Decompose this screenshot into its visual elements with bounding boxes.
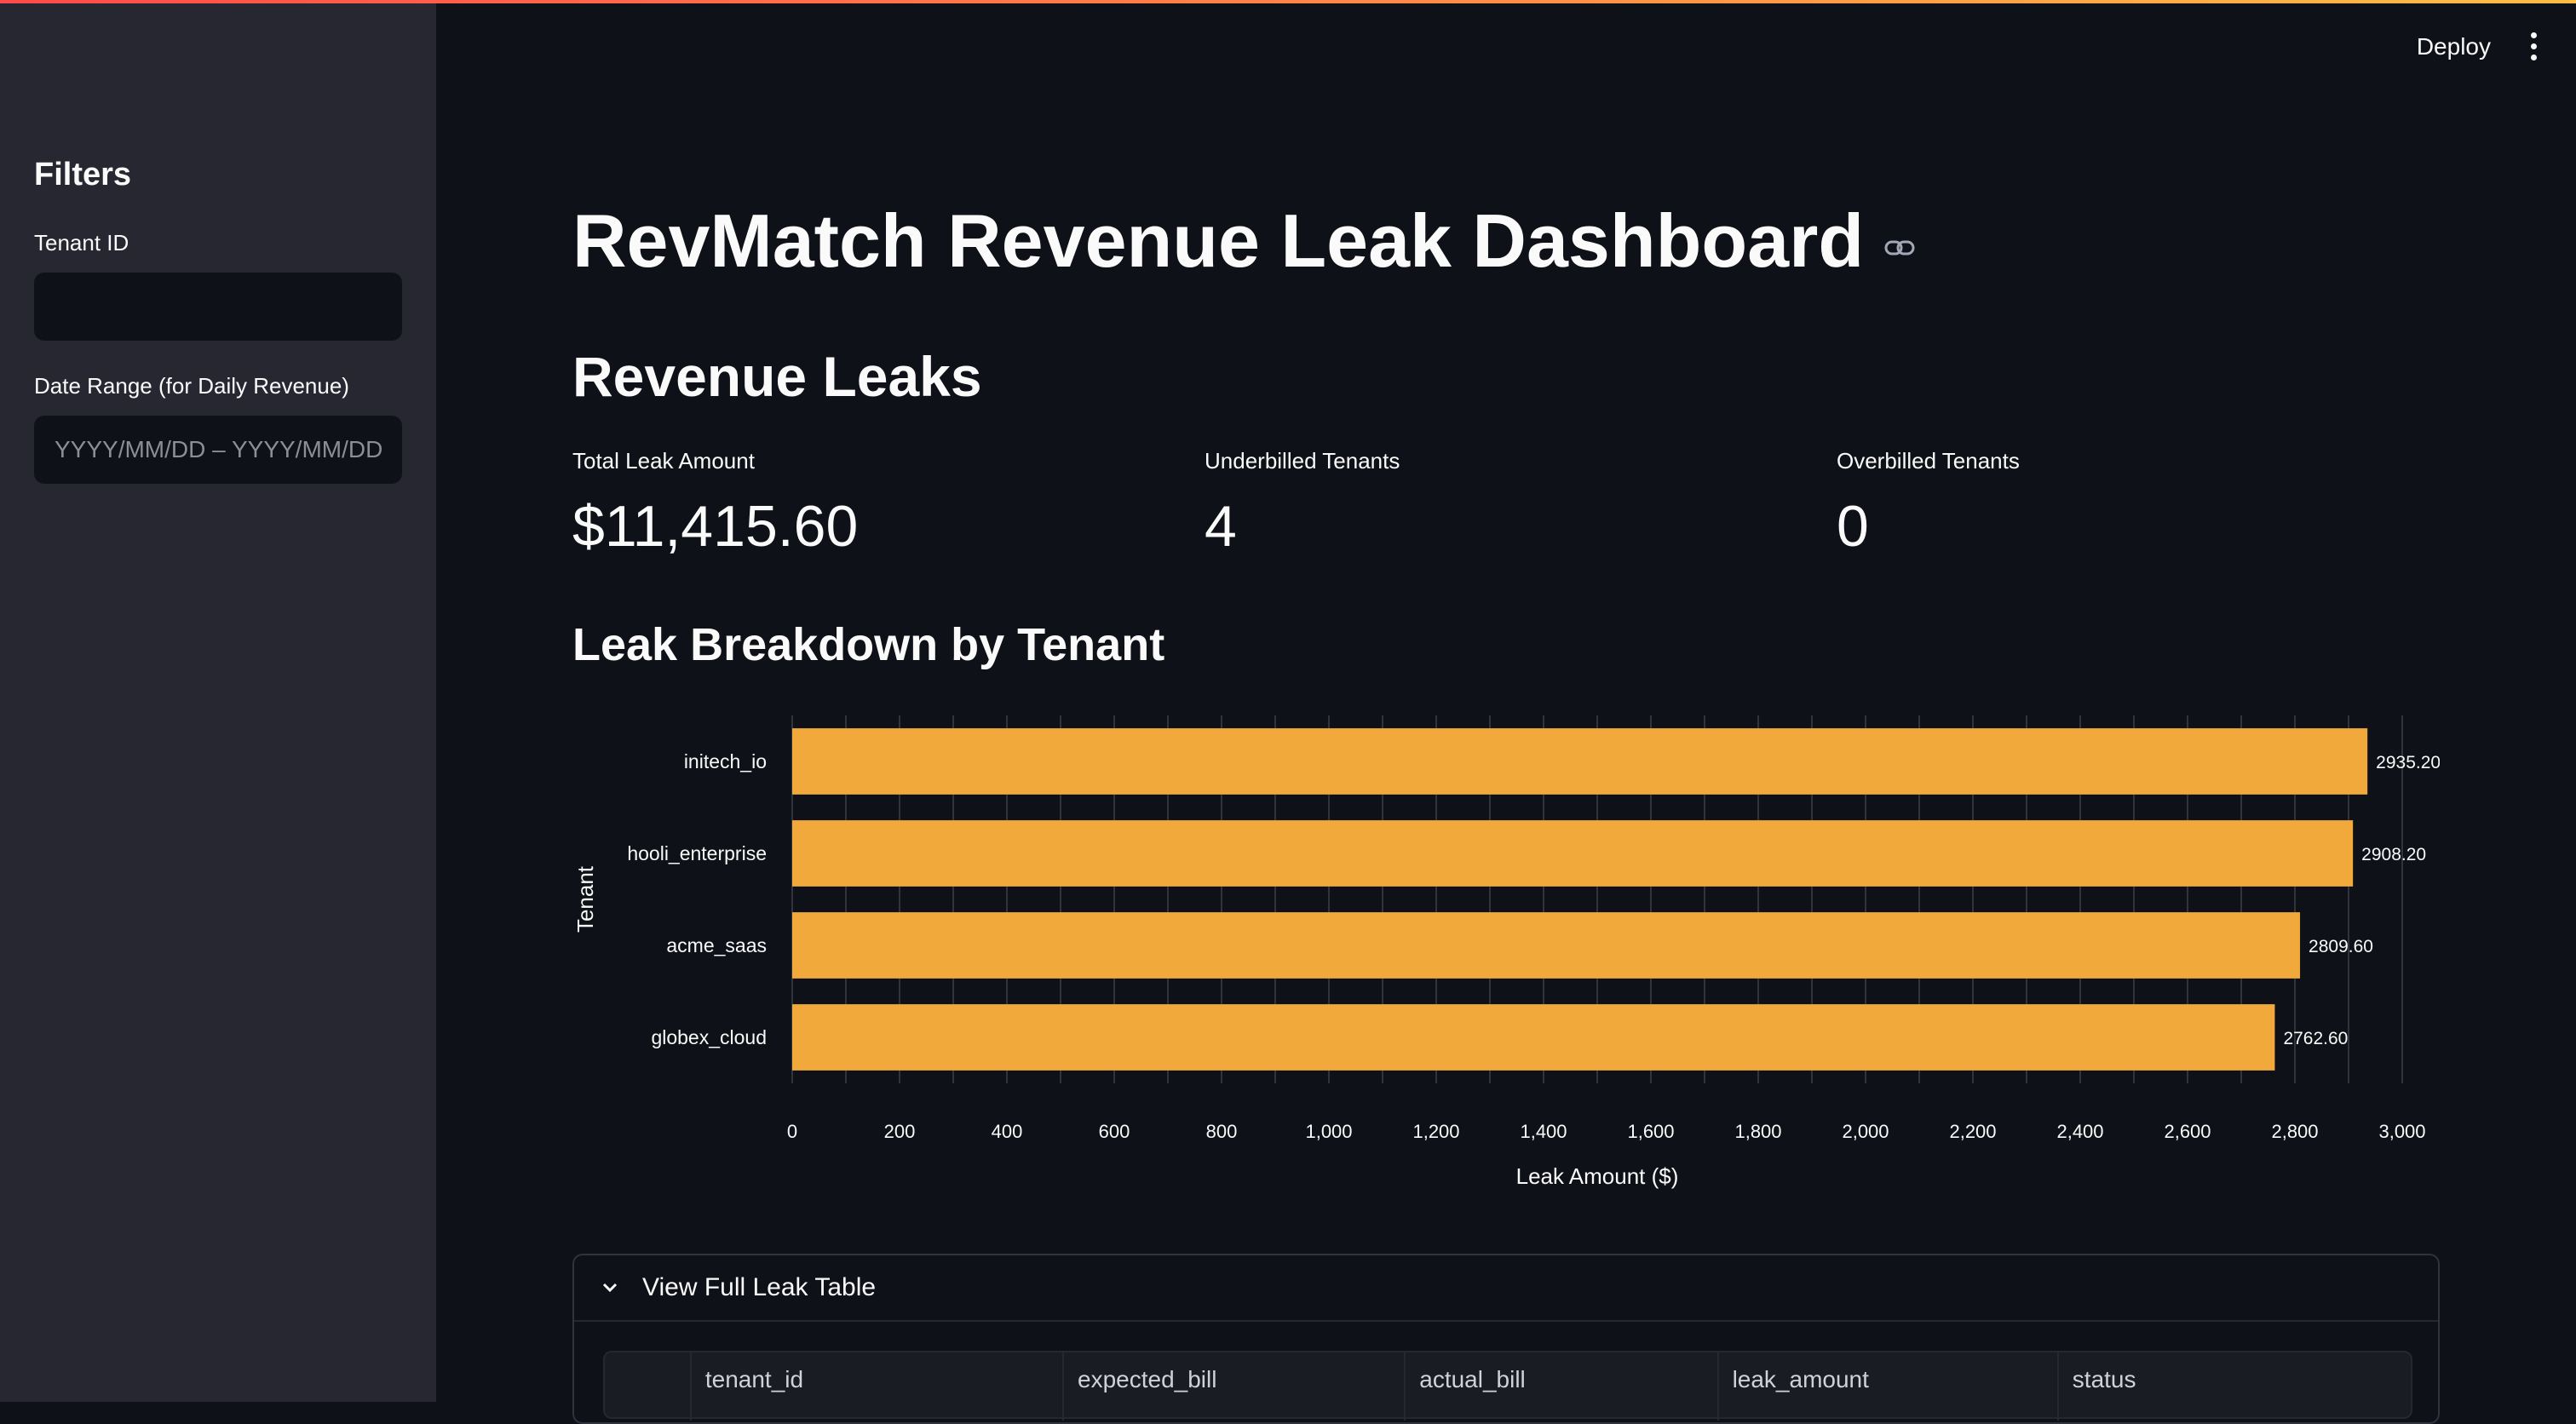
date-range-label: Date Range (for Daily Revenue) <box>34 373 349 399</box>
y-axis-title: Tenant <box>572 865 598 933</box>
table-header[interactable]: tenant_id <box>692 1352 1065 1421</box>
x-tick-label: 2,800 <box>2271 1121 2318 1142</box>
metric-label: Underbilled Tenants <box>1205 448 1400 474</box>
bar <box>792 820 2354 887</box>
metric-label: Total Leak Amount <box>572 448 755 474</box>
page-title: RevMatch Revenue Leak Dashboard <box>572 198 1915 284</box>
data-label: 2762.60 <box>2283 1029 2348 1048</box>
metric-total-leak: Total Leak Amount $11,415.60 <box>572 448 858 560</box>
table-header[interactable]: leak_amount <box>1719 1352 2059 1421</box>
sidebar: Filters Tenant ID Date Range (for Daily … <box>0 0 436 1402</box>
x-tick-label: 0 <box>787 1121 797 1142</box>
y-tick-label: acme_saas <box>666 934 767 956</box>
metric-label: Overbilled Tenants <box>1837 448 2020 474</box>
bar <box>792 912 2301 979</box>
y-tick-label: hooli_enterprise <box>627 842 767 864</box>
data-label: 2935.20 <box>2376 753 2440 772</box>
x-tick-label: 2,200 <box>1949 1121 1996 1142</box>
metric-value: 4 <box>1205 494 1237 559</box>
link-icon[interactable] <box>1884 239 1915 256</box>
bar <box>792 1004 2275 1071</box>
x-tick-label: 1,800 <box>1734 1121 1781 1142</box>
leak-table-expander: View Full Leak Table tenant_id expected_… <box>572 1254 2440 1424</box>
chart-title: Leak Breakdown by Tenant <box>572 619 1165 670</box>
expander-label: View Full Leak Table <box>642 1273 877 1301</box>
x-tick-label: 600 <box>1099 1121 1130 1142</box>
x-tick-label: 1,400 <box>1520 1121 1567 1142</box>
x-tick-label: 2,600 <box>2164 1121 2211 1142</box>
x-tick-label: 2,400 <box>2056 1121 2103 1142</box>
x-tick-label: 800 <box>1206 1121 1238 1142</box>
x-tick-label: 400 <box>992 1121 1023 1142</box>
tenant-id-label: Tenant ID <box>34 230 129 256</box>
table-index-header <box>605 1352 692 1421</box>
x-tick-label: 1,600 <box>1627 1121 1674 1142</box>
top-accent-bar <box>0 0 2576 3</box>
deploy-button[interactable]: Deploy <box>2417 33 2491 60</box>
metric-value: 0 <box>1837 494 1869 559</box>
leak-bar-chart: 0 200 400 600 800 1,000 1,200 1,400 1,600 1,800 2,… <box>572 715 2440 1189</box>
bar <box>792 728 2368 795</box>
x-tick-label: 1,200 <box>1412 1121 1459 1142</box>
sidebar-title: Filters <box>34 157 132 192</box>
header-toolbar: Deploy <box>2417 32 2542 60</box>
metric-value: $11,415.60 <box>572 494 859 559</box>
tenant-id-input[interactable] <box>34 273 402 341</box>
vertical-ellipsis-icon[interactable] <box>2525 32 2542 60</box>
data-label: 2809.60 <box>2309 937 2373 956</box>
metric-underbilled: Underbilled Tenants 4 <box>1205 448 1400 560</box>
expander-header[interactable]: View Full Leak Table <box>574 1255 2438 1322</box>
y-tick-label: initech_io <box>684 750 767 772</box>
x-tick-label: 3,000 <box>2378 1121 2425 1142</box>
metric-overbilled: Overbilled Tenants 0 <box>1837 448 2020 560</box>
y-tick-label: globex_cloud <box>651 1026 767 1048</box>
chevron-down-icon <box>602 1283 618 1293</box>
date-range-input[interactable] <box>34 416 402 484</box>
x-tick-label: 200 <box>884 1121 916 1142</box>
table-header[interactable]: expected_bill <box>1064 1352 1406 1421</box>
table-header[interactable]: actual_bill <box>1406 1352 1719 1421</box>
x-tick-label: 2,000 <box>1842 1121 1889 1142</box>
data-label: 2908.20 <box>2361 845 2426 864</box>
x-axis-title: Leak Amount ($) <box>1516 1163 1679 1189</box>
table-header[interactable]: status <box>2059 1352 2411 1421</box>
section-title: Revenue Leaks <box>572 345 982 408</box>
page-title-text: RevMatch Revenue Leak Dashboard <box>572 198 1865 283</box>
x-tick-label: 1,000 <box>1305 1121 1352 1142</box>
leak-table[interactable]: tenant_id expected_bill actual_bill leak… <box>603 1351 2412 1421</box>
